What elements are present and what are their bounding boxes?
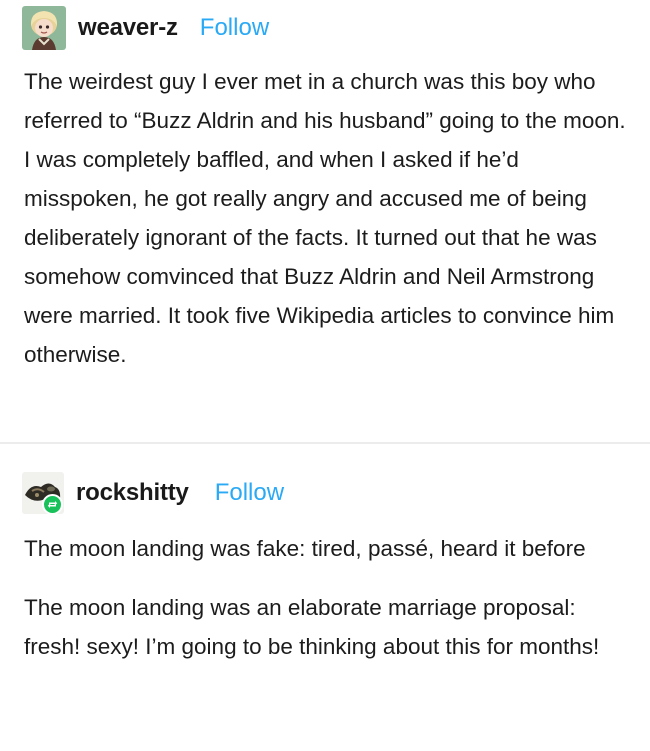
post-rockshitty: rockshitty Follow The moon landing was f…	[0, 445, 650, 751]
post-paragraph: The moon landing was an elaborate marria…	[24, 595, 600, 659]
avatar[interactable]	[22, 472, 64, 515]
post-body: The weirdest guy I ever met in a church …	[24, 62, 632, 374]
avatar[interactable]	[22, 6, 66, 50]
post-weaver-z: weaver-z Follow The weirdest guy I ever …	[0, 0, 650, 442]
follow-button[interactable]: Follow	[200, 14, 269, 42]
username[interactable]: rockshitty	[76, 479, 189, 507]
post-body: The moon landing was fake: tired, passé,…	[24, 529, 632, 666]
post-header: weaver-z Follow	[22, 6, 269, 50]
post-paragraph: The weirdest guy I ever met in a church …	[24, 69, 626, 367]
post-paragraph: The moon landing was fake: tired, passé,…	[24, 536, 586, 561]
post-divider	[0, 442, 650, 444]
cartoon-character-avatar-icon	[22, 6, 66, 50]
reblog-icon	[42, 494, 63, 515]
follow-button[interactable]: Follow	[215, 479, 284, 507]
username[interactable]: weaver-z	[78, 14, 178, 42]
post-header: rockshitty Follow	[22, 472, 284, 515]
